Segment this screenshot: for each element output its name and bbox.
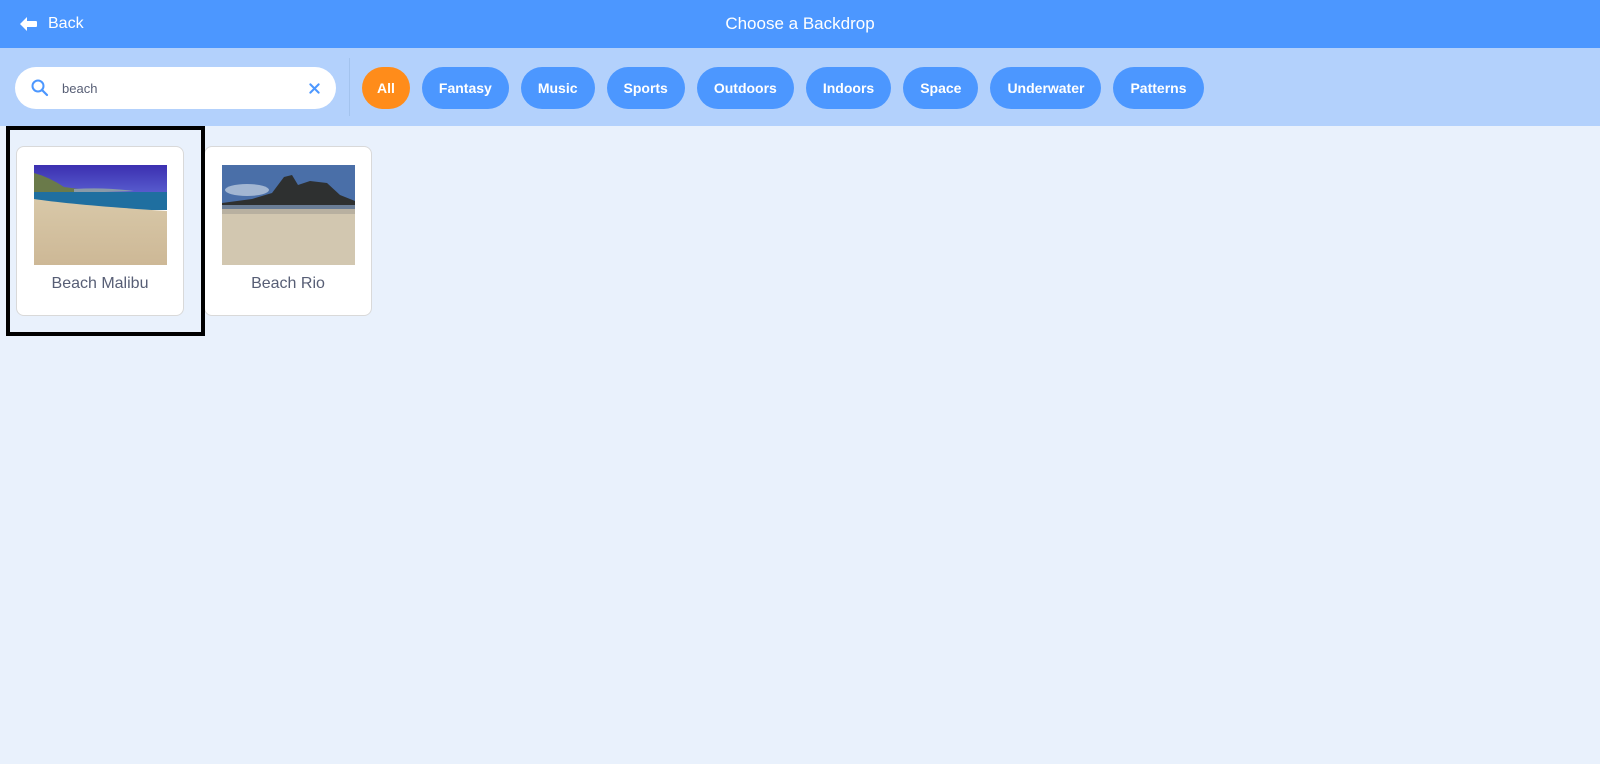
- beach-rio-thumbnail: [222, 165, 355, 265]
- tag-fantasy[interactable]: Fantasy: [421, 67, 509, 109]
- backdrop-item-beach-malibu[interactable]: Beach Malibu: [16, 146, 184, 316]
- arrow-left-icon: [18, 16, 38, 32]
- backdrop-grid: Beach Malibu Beach Rio: [16, 146, 372, 316]
- divider: [349, 58, 350, 116]
- tag-all[interactable]: All: [362, 67, 410, 109]
- filter-bar: All Fantasy Music Sports Outdoors Indoor…: [0, 48, 1600, 126]
- tag-indoors[interactable]: Indoors: [805, 67, 892, 109]
- back-button[interactable]: Back: [18, 0, 84, 48]
- tag-outdoors[interactable]: Outdoors: [696, 67, 794, 109]
- tag-sports[interactable]: Sports: [606, 67, 685, 109]
- tag-music[interactable]: Music: [520, 67, 595, 109]
- back-label: Back: [48, 15, 84, 32]
- tag-underwater[interactable]: Underwater: [990, 67, 1102, 109]
- search-box: [15, 67, 336, 109]
- beach-malibu-thumbnail: [34, 165, 167, 265]
- backdrop-label: Beach Rio: [251, 275, 325, 292]
- page-title: Choose a Backdrop: [725, 14, 875, 33]
- search-input[interactable]: [62, 80, 292, 96]
- backdrop-item-beach-rio[interactable]: Beach Rio: [204, 146, 372, 316]
- close-icon: [308, 82, 320, 94]
- clear-search-button[interactable]: [306, 80, 322, 96]
- tag-space[interactable]: Space: [903, 67, 979, 109]
- tag-patterns[interactable]: Patterns: [1113, 67, 1204, 109]
- modal-header: Back Choose a Backdrop: [0, 0, 1600, 48]
- search-icon: [15, 78, 50, 98]
- category-tags: All Fantasy Music Sports Outdoors Indoor…: [362, 67, 1204, 109]
- backdrop-label: Beach Malibu: [51, 275, 149, 292]
